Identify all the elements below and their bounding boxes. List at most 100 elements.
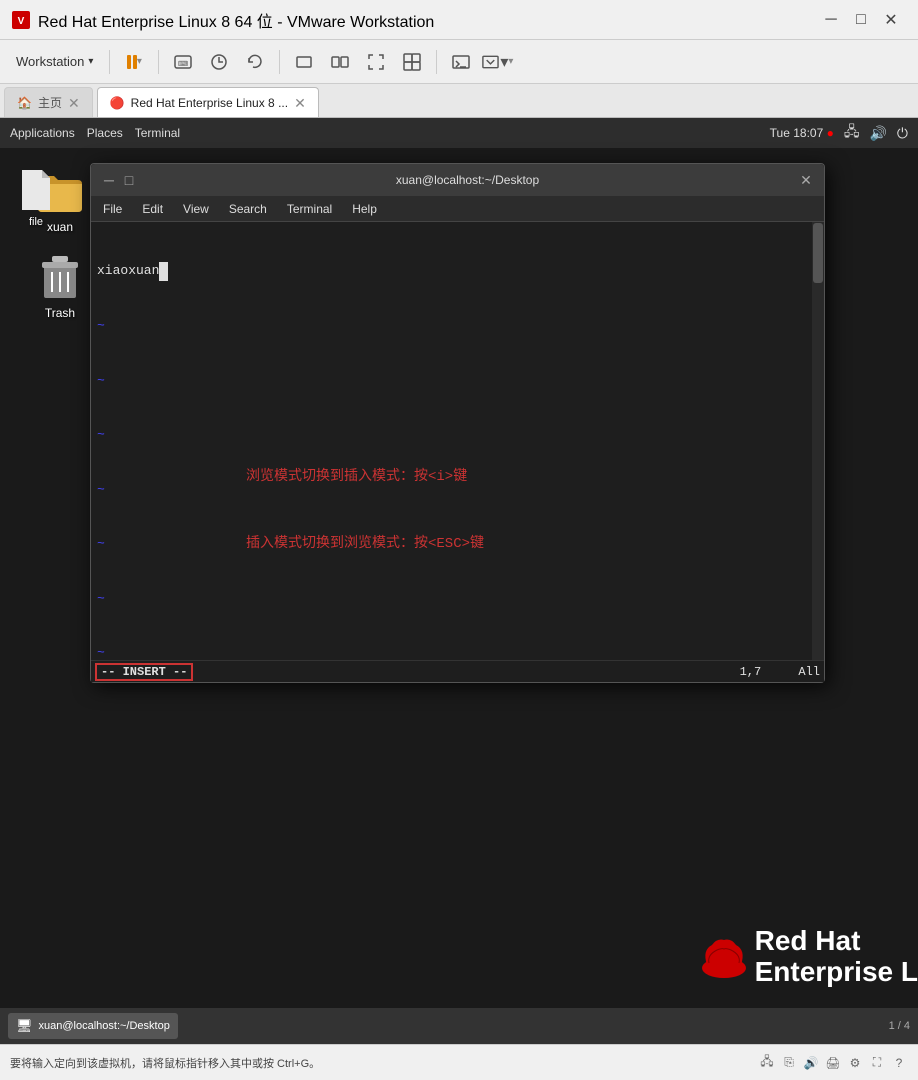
- trash-icon-label: Trash: [45, 306, 75, 320]
- terminal-titlebar: ─ □ xuan@localhost:~/Desktop ✕: [91, 164, 824, 196]
- hint-line1: 浏览模式切换到插入模式：按<i>键: [246, 466, 484, 488]
- ctrlaltdel-icon: ⌨: [173, 52, 193, 72]
- desktop-icon-trash[interactable]: Trash: [20, 254, 100, 320]
- normal-view-icon: [294, 52, 314, 72]
- file-desktop-icon[interactable]: file: [18, 168, 54, 228]
- tab-rhel[interactable]: 🔴 Red Hat Enterprise Linux 8 ... ✕: [97, 87, 319, 117]
- power-icon[interactable]: ⏻: [897, 125, 908, 142]
- fullscreen-button[interactable]: [360, 46, 392, 78]
- pause-icon: [127, 55, 137, 69]
- terminal-terminal-menu[interactable]: Terminal: [281, 200, 338, 218]
- network-status-icon[interactable]: 🖧: [758, 1054, 776, 1072]
- toolbar-separator-3: [279, 50, 280, 74]
- printer-status-icon[interactable]: 🖨: [824, 1054, 842, 1072]
- redhat-logo: Red Hat Enterprise L: [695, 926, 918, 988]
- unity-view-button[interactable]: [396, 46, 428, 78]
- terminal-minimize-button[interactable]: ─: [99, 170, 119, 190]
- gnome-topbar: Applications Places Terminal Tue 18:07 ●…: [0, 118, 918, 148]
- window-title: Red Hat Enterprise Linux 8 64 位 - VMware…: [38, 8, 434, 32]
- send-ctrlaltdel-button[interactable]: ⌨: [167, 46, 199, 78]
- vim-position: 1,7 All: [740, 665, 820, 679]
- terminal-menubar: File Edit View Search Terminal Help: [91, 196, 824, 222]
- terminal-taskbar-icon: 🖥: [16, 1018, 33, 1034]
- home-tab-label: 主页: [38, 94, 62, 111]
- settings-button[interactable]: ▾ ▾: [481, 46, 513, 78]
- vmware-statusbar-icons: 🖧 ⎘ 🔊 🖨 ⚙ ⛶ ?: [758, 1054, 908, 1072]
- unity-view-icon: [402, 52, 422, 72]
- home-tab-icon: 🏠: [17, 96, 32, 110]
- terminal-maximize-button[interactable]: □: [119, 170, 139, 190]
- split-view-icon: [330, 52, 350, 72]
- redhat-hat-icon: [695, 927, 755, 987]
- audio-status-icon[interactable]: 🔊: [802, 1054, 820, 1072]
- workstation-menu[interactable]: Workstation ▾: [8, 46, 101, 78]
- terminal-scrollbar[interactable]: [812, 222, 824, 660]
- toolbar-separator-1: [109, 50, 110, 74]
- settings-dropdown-icon: ▾: [500, 52, 508, 72]
- vmware-status-hint: 要将输入定向到该虚拟机，请将鼠标指针移入其中或按 Ctrl+G。: [10, 1055, 320, 1071]
- snapshot-button[interactable]: [203, 46, 235, 78]
- terminal-search-menu[interactable]: Search: [223, 200, 273, 218]
- toolbar-separator-4: [436, 50, 437, 74]
- terminal-menu[interactable]: Terminal: [135, 126, 180, 140]
- usb-status-icon[interactable]: ⎘: [780, 1054, 798, 1072]
- volume-icon[interactable]: 🔊: [869, 125, 886, 142]
- terminal-statusbar: -- INSERT -- 1,7 All: [91, 660, 824, 682]
- terminal-scrollbar-thumb[interactable]: [813, 223, 823, 283]
- hint-line2: 插入模式切换到浏览模式：按<ESC>键: [246, 533, 484, 555]
- terminal-taskbar-label: xuan@localhost:~/Desktop: [39, 1020, 170, 1032]
- vm-area[interactable]: Applications Places Terminal Tue 18:07 ●…: [0, 118, 918, 1008]
- vm-taskbar: 🖥 xuan@localhost:~/Desktop 1 / 4: [0, 1008, 918, 1044]
- revert-button[interactable]: [239, 46, 271, 78]
- terminal-view-menu[interactable]: View: [177, 200, 215, 218]
- places-menu[interactable]: Places: [87, 126, 123, 140]
- terminal-close-button[interactable]: ✕: [796, 170, 816, 190]
- rhel-tab-close[interactable]: ✕: [294, 96, 306, 110]
- rhel-desktop[interactable]: Applications Places Terminal Tue 18:07 ●…: [0, 118, 918, 1008]
- tab-home[interactable]: 🏠 主页 ✕: [4, 87, 93, 117]
- pause-button[interactable]: ▾: [118, 46, 150, 78]
- vmware-statusbar: 要将输入定向到该虚拟机，请将鼠标指针移入其中或按 Ctrl+G。 🖧 ⎘ 🔊 🖨…: [0, 1044, 918, 1080]
- vm-settings-status-icon[interactable]: ⚙: [846, 1054, 864, 1072]
- fullscreen-status-icon[interactable]: ⛶: [868, 1054, 886, 1072]
- terminal-edit-menu[interactable]: Edit: [136, 200, 169, 218]
- svg-text:⌨: ⌨: [178, 60, 188, 68]
- workstation-label: Workstation: [16, 54, 84, 69]
- terminal-file-menu[interactable]: File: [97, 200, 128, 218]
- minimize-button[interactable]: ─: [816, 5, 846, 35]
- terminal-help-menu[interactable]: Help: [346, 200, 383, 218]
- svg-text:V: V: [18, 16, 25, 27]
- normal-view-button[interactable]: [288, 46, 320, 78]
- terminal-label: Terminal: [135, 126, 180, 140]
- applications-label: Applications: [10, 126, 75, 140]
- maximize-button[interactable]: □: [846, 5, 876, 35]
- clock-display: Tue 18:07 ●: [770, 126, 834, 140]
- rhel-tab-label: Red Hat Enterprise Linux 8 ...: [131, 96, 288, 110]
- titlebar: V Red Hat Enterprise Linux 8 64 位 - VMwa…: [0, 0, 918, 40]
- file-icon-img: [18, 168, 54, 212]
- split-view-button[interactable]: [324, 46, 356, 78]
- network-icon[interactable]: 🖧: [844, 121, 860, 145]
- places-label: Places: [87, 126, 123, 140]
- help-status-icon[interactable]: ?: [890, 1054, 908, 1072]
- tilde-1: ~: [97, 317, 818, 335]
- workstation-dropdown-icon: ▾: [88, 56, 93, 67]
- hint-overlay: 浏览模式切换到插入模式：按<i>键 插入模式切换到浏览模式：按<ESC>键: [246, 421, 484, 600]
- tilde-7: ~: [97, 644, 818, 660]
- vm-taskbar-item[interactable]: 🖥 xuan@localhost:~/Desktop: [8, 1013, 178, 1039]
- tabs-bar: 🏠 主页 ✕ 🔴 Red Hat Enterprise Linux 8 ... …: [0, 84, 918, 118]
- close-button[interactable]: ✕: [876, 5, 906, 35]
- pause-dropdown-icon: ▾: [137, 56, 142, 67]
- vim-cursor: [159, 262, 168, 280]
- terminal-body[interactable]: xiaoxuan ~ ~ ~ ~ ~ ~ ~ ~ ~ ~ ~ ~ ~ ~ ~: [91, 222, 824, 660]
- applications-menu[interactable]: Applications: [10, 126, 75, 140]
- vmware-toolbar: Workstation ▾ ▾ ⌨: [0, 40, 918, 84]
- redhat-text: Red Hat Enterprise L: [755, 926, 918, 988]
- rhel-tab-icon: 🔴: [110, 96, 125, 110]
- vim-content-line1: xiaoxuan: [97, 262, 818, 280]
- toolbar-separator-2: [158, 50, 159, 74]
- snapshot-icon: [209, 52, 229, 72]
- home-tab-close[interactable]: ✕: [68, 96, 80, 110]
- console-view-button[interactable]: [445, 46, 477, 78]
- terminal-window[interactable]: ─ □ xuan@localhost:~/Desktop ✕ File Edit…: [90, 163, 825, 683]
